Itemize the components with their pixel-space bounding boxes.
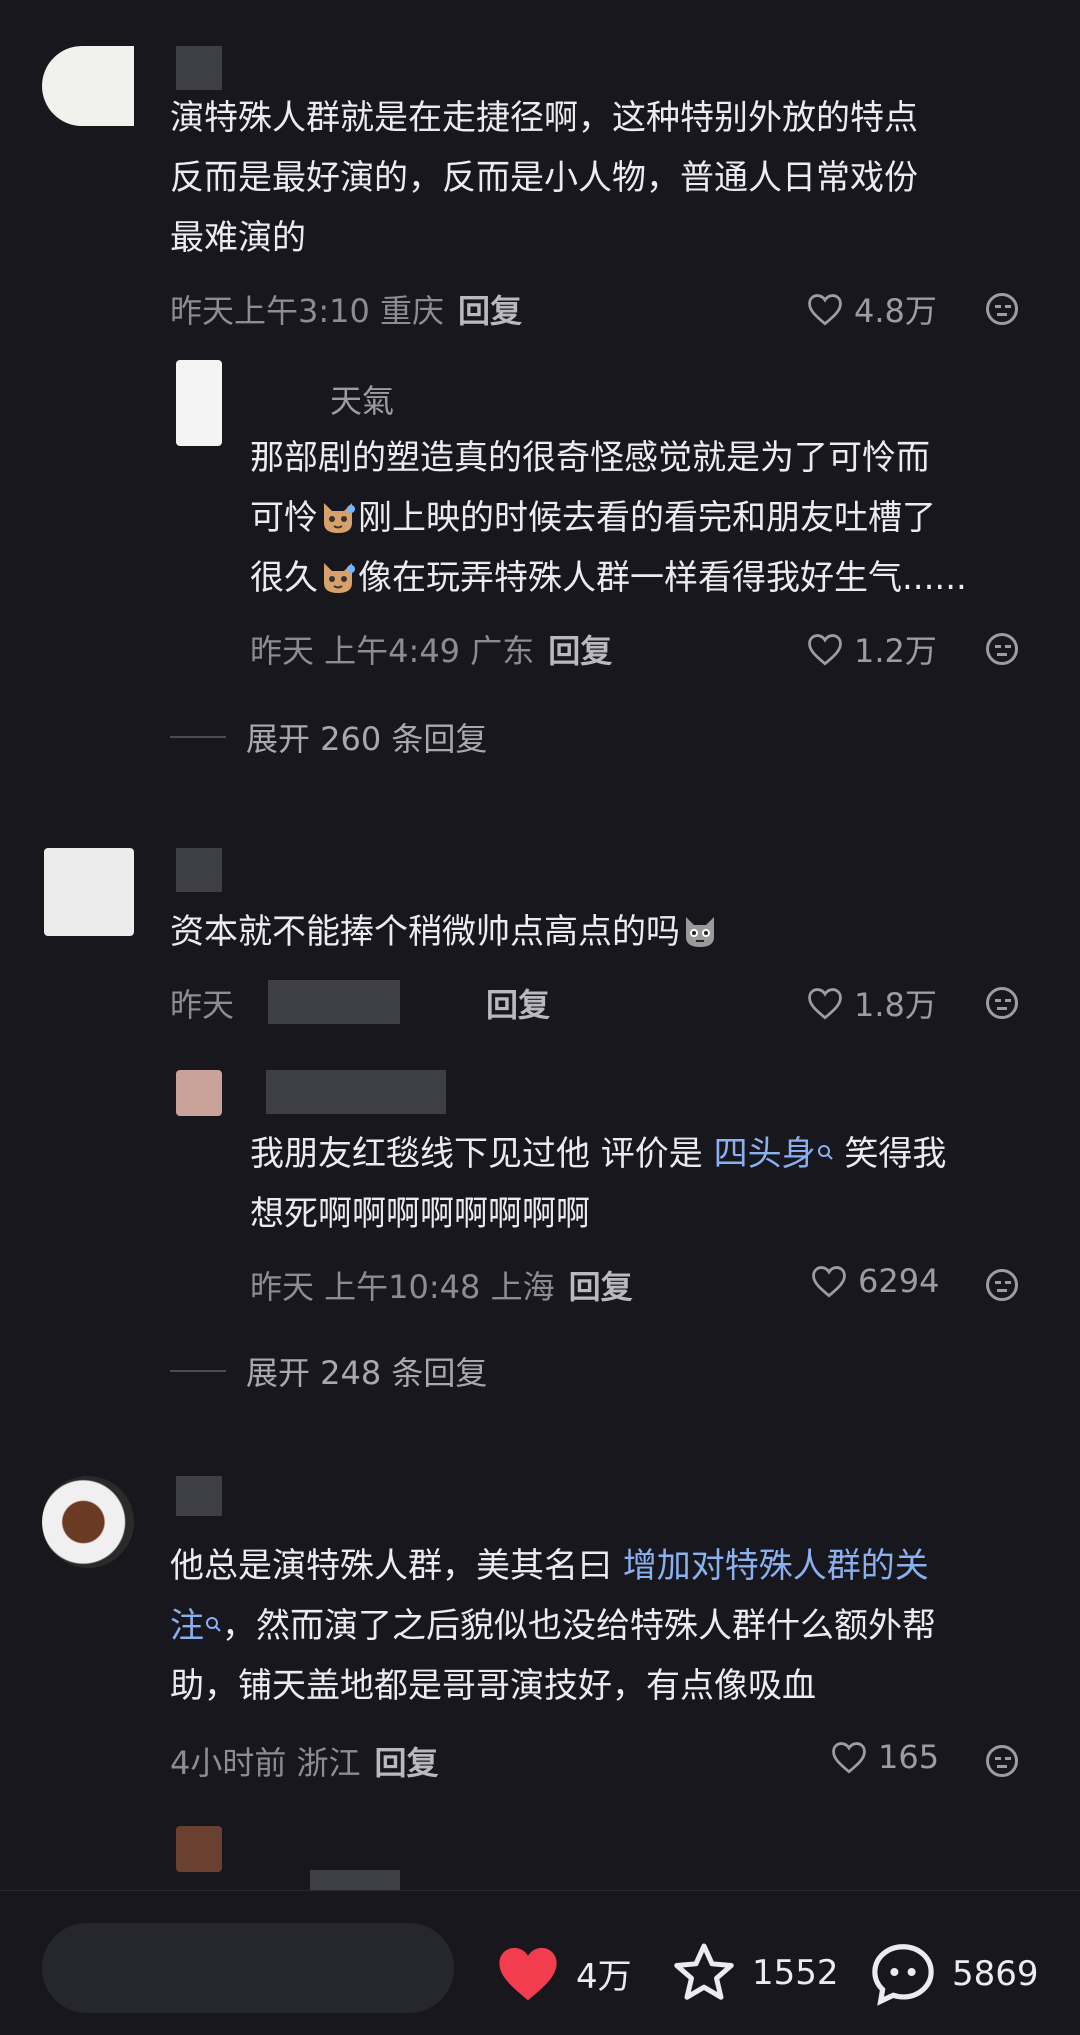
like-count: 4.8万: [854, 292, 937, 330]
timestamp-location: 昨天 上午10:48 上海: [250, 1268, 555, 1306]
heart-filled-icon: [499, 1947, 557, 2001]
like-button[interactable]: 4.8万: [806, 286, 937, 332]
comment-text: 资本就不能捧个稍微帅点高点的吗: [170, 902, 720, 962]
like-total-button[interactable]: 4万: [494, 1943, 632, 2003]
like-count: 6294: [858, 1262, 940, 1300]
cat-emoji-icon: [324, 503, 355, 533]
avatar[interactable]: [42, 46, 134, 126]
comment-meta: 昨天上午3:10 重庆 回复: [170, 286, 522, 332]
reply-wrapper: 回复: [472, 980, 550, 1026]
reply-button[interactable]: 回复: [375, 1744, 439, 1782]
username-blurred[interactable]: [310, 1870, 400, 1890]
username[interactable]: 天氣: [330, 376, 394, 422]
star-icon: [674, 1943, 734, 2000]
timestamp-location: 昨天 上午4:49 广东: [250, 632, 535, 670]
comment-input[interactable]: [42, 1923, 454, 2013]
emoji-face-icon[interactable]: [986, 633, 1018, 665]
comment-count: 5869: [952, 1954, 1039, 1994]
comment-text: 那部剧的塑造真的很奇怪感觉就是为了可怜而 可怜 刚上映的时候去看的看完和朋友吐槽了…: [250, 428, 967, 608]
like-total: 4万: [576, 1956, 632, 1997]
cat-emoji-icon: [324, 563, 355, 593]
emoji-face-icon[interactable]: [986, 1269, 1018, 1301]
expand-replies-label: 展开 260 条回复: [246, 720, 488, 758]
comment-line: 可怜 刚上映的时候去看的看完和朋友吐槽了: [250, 498, 936, 538]
bottom-bar: 4万 1552 5869: [0, 1890, 1080, 2035]
star-button[interactable]: 1552: [670, 1941, 839, 2005]
reply-button[interactable]: 回复: [548, 632, 612, 670]
timestamp-location: 4小时前 浙江: [170, 1744, 361, 1782]
username-blurred[interactable]: [176, 848, 222, 892]
comment-line: 最难演的: [170, 218, 306, 258]
reply-button[interactable]: 回复: [458, 292, 522, 330]
like-count: 1.8万: [854, 986, 937, 1024]
comment-text: 他总是演特殊人群，美其名曰 增加对特殊人群的关 注，然而演了之后貌似也没给特殊人…: [170, 1536, 936, 1716]
avatar[interactable]: [176, 1070, 222, 1116]
comment-meta: 昨天 上午10:48 上海 回复: [250, 1262, 633, 1308]
heart-outline-icon: [808, 988, 842, 1020]
expand-replies-button[interactable]: 展开 260 条回复: [170, 714, 487, 760]
heart-outline-icon: [808, 634, 842, 666]
star-count: 1552: [752, 1953, 839, 1993]
comment-line: 那部剧的塑造真的很奇怪感觉就是为了可怜而: [250, 438, 930, 478]
heart-outline-icon: [808, 294, 842, 326]
emoji-face-icon[interactable]: [986, 987, 1018, 1019]
comment-line: 他总是演特殊人群，美其名曰 增加对特殊人群的关: [170, 1546, 929, 1586]
emoji-face-icon[interactable]: [986, 293, 1018, 325]
search-hint-icon: [206, 1617, 221, 1632]
comment-count-button[interactable]: 5869: [868, 1941, 1039, 2007]
reply-button[interactable]: 回复: [569, 1268, 633, 1306]
heart-outline-icon: [832, 1742, 866, 1774]
expand-divider: [170, 1370, 226, 1372]
comment-line: 反而是最好演的，反而是小人物，普通人日常戏份: [170, 158, 918, 198]
comment-text: 我朋友红毯线下见过他 评价是 四头身 笑得我 想死啊啊啊啊啊啊啊啊: [250, 1124, 946, 1244]
comment-line: 助，铺天盖地都是哥哥演技好，有点像吸血: [170, 1666, 816, 1706]
avatar[interactable]: [42, 1476, 134, 1568]
avatar[interactable]: [44, 848, 134, 936]
comment-meta: 4小时前 浙江 回复: [170, 1738, 439, 1784]
cat-emoji-icon: [686, 917, 714, 947]
search-link[interactable]: 增加对特殊人群的关: [623, 1546, 929, 1586]
timestamp-location: 昨天上午3:10 重庆: [170, 292, 445, 330]
like-button[interactable]: 6294: [810, 1262, 939, 1300]
comment-line: 很久 像在玩弄特殊人群一样看得我好生气......: [250, 558, 967, 598]
search-link[interactable]: 四头身: [714, 1134, 834, 1174]
search-link[interactable]: 注: [170, 1606, 222, 1646]
comment-line: 演特殊人群就是在走捷径啊，这种特别外放的特点: [170, 98, 918, 138]
like-count: 165: [878, 1738, 940, 1776]
reply-button[interactable]: 回复: [486, 986, 550, 1024]
comment-bubble-icon: [872, 1944, 934, 2006]
like-button[interactable]: 165: [830, 1738, 939, 1776]
search-hint-icon: [817, 1145, 833, 1160]
emoji-face-icon[interactable]: [986, 1745, 1018, 1777]
expand-replies-label: 展开 248 条回复: [246, 1354, 488, 1392]
comment-line: 想死啊啊啊啊啊啊啊啊: [250, 1194, 590, 1234]
avatar[interactable]: [176, 1826, 222, 1872]
heart-outline-icon: [812, 1266, 846, 1298]
username-blurred[interactable]: [176, 1476, 222, 1516]
comment-line: 资本就不能捧个稍微帅点高点的吗: [170, 902, 720, 962]
location-blurred: [268, 980, 400, 1024]
username-blurred[interactable]: [266, 1070, 446, 1114]
timestamp-location: 昨天: [170, 986, 235, 1024]
comment-text: 演特殊人群就是在走捷径啊，这种特别外放的特点 反而是最好演的，反而是小人物，普通…: [170, 88, 918, 268]
expand-divider: [170, 736, 226, 738]
like-button[interactable]: 1.2万: [806, 626, 937, 672]
username-blurred[interactable]: [176, 46, 222, 90]
comment-meta: 昨天 上午4:49 广东 回复: [250, 626, 612, 672]
comment-line: 我朋友红毯线下见过他 评价是 四头身 笑得我: [250, 1134, 947, 1174]
comment-meta: 昨天: [170, 980, 234, 1026]
comment-line: 注，然而演了之后貌似也没给特殊人群什么额外帮: [170, 1606, 936, 1646]
like-button[interactable]: 1.8万: [806, 980, 937, 1026]
expand-replies-button[interactable]: 展开 248 条回复: [170, 1348, 487, 1394]
like-count: 1.2万: [854, 632, 937, 670]
avatar[interactable]: [176, 360, 222, 446]
